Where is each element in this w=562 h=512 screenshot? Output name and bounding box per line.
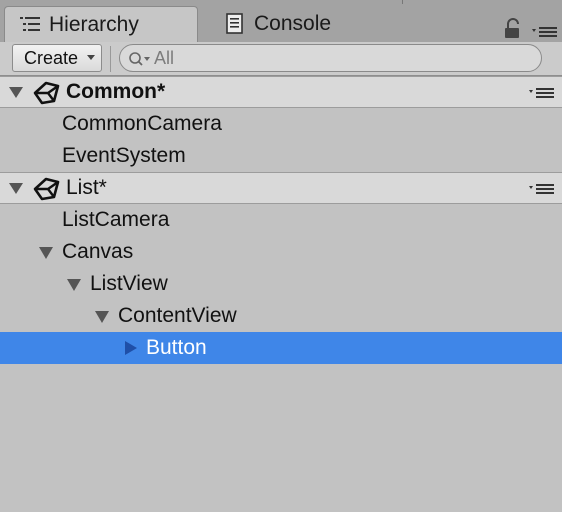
create-button-label: Create — [24, 47, 79, 68]
hierarchy-item[interactable]: CommonCamera — [0, 108, 562, 140]
scene-header-common[interactable]: Common* — [0, 76, 562, 108]
item-label: ListView — [90, 272, 168, 295]
tab-bar: Hierarchy Console — [0, 0, 562, 42]
search-input[interactable] — [154, 47, 524, 69]
scene-label: Common* — [66, 80, 166, 103]
hierarchy-item[interactable]: ContentView — [0, 300, 562, 332]
toolbar-separator — [110, 46, 111, 72]
hierarchy-item[interactable]: EventSystem — [0, 140, 562, 172]
tab-hierarchy-label: Hierarchy — [49, 12, 139, 36]
foldout-expanded-icon[interactable] — [66, 277, 82, 293]
hierarchy-tree: Common* CommonCamera EventSystem List* L… — [0, 76, 562, 364]
foldout-expanded-icon[interactable] — [8, 180, 24, 196]
scene-menu-icon[interactable] — [528, 87, 556, 99]
foldout-expanded-icon[interactable] — [38, 245, 54, 261]
scene-label: List* — [66, 176, 107, 199]
item-label: ListCamera — [62, 208, 170, 231]
item-label: CommonCamera — [62, 112, 222, 135]
console-icon — [222, 13, 248, 35]
item-label: Canvas — [62, 240, 134, 263]
foldout-expanded-icon[interactable] — [94, 309, 110, 325]
unity-scene-icon — [33, 177, 60, 201]
scene-header-list[interactable]: List* — [0, 172, 562, 204]
dropdown-arrow-icon — [87, 55, 95, 60]
lock-icon[interactable] — [503, 18, 523, 40]
search-field[interactable] — [119, 44, 542, 72]
foldout-collapsed-icon[interactable] — [123, 340, 139, 356]
item-label: ContentView — [118, 304, 237, 327]
hierarchy-item[interactable]: ListCamera — [0, 204, 562, 236]
foldout-expanded-icon[interactable] — [8, 84, 24, 100]
tab-menu-icon[interactable] — [531, 24, 559, 40]
create-button[interactable]: Create — [12, 44, 102, 72]
unity-scene-icon — [33, 81, 60, 105]
hierarchy-item[interactable]: ListView — [0, 268, 562, 300]
item-label: EventSystem — [62, 144, 186, 167]
hierarchy-item[interactable]: Canvas — [0, 236, 562, 268]
item-label: Button — [146, 336, 207, 359]
scene-menu-icon[interactable] — [528, 183, 556, 195]
tab-console[interactable]: Console — [218, 6, 378, 42]
tab-hierarchy[interactable]: Hierarchy — [4, 6, 198, 42]
tab-console-label: Console — [254, 12, 332, 35]
tab-divider — [402, 0, 403, 4]
hierarchy-list-icon — [17, 14, 43, 36]
search-icon[interactable] — [128, 51, 154, 67]
hierarchy-item-selected[interactable]: Button — [0, 332, 562, 364]
hierarchy-toolbar: Create — [0, 42, 562, 76]
